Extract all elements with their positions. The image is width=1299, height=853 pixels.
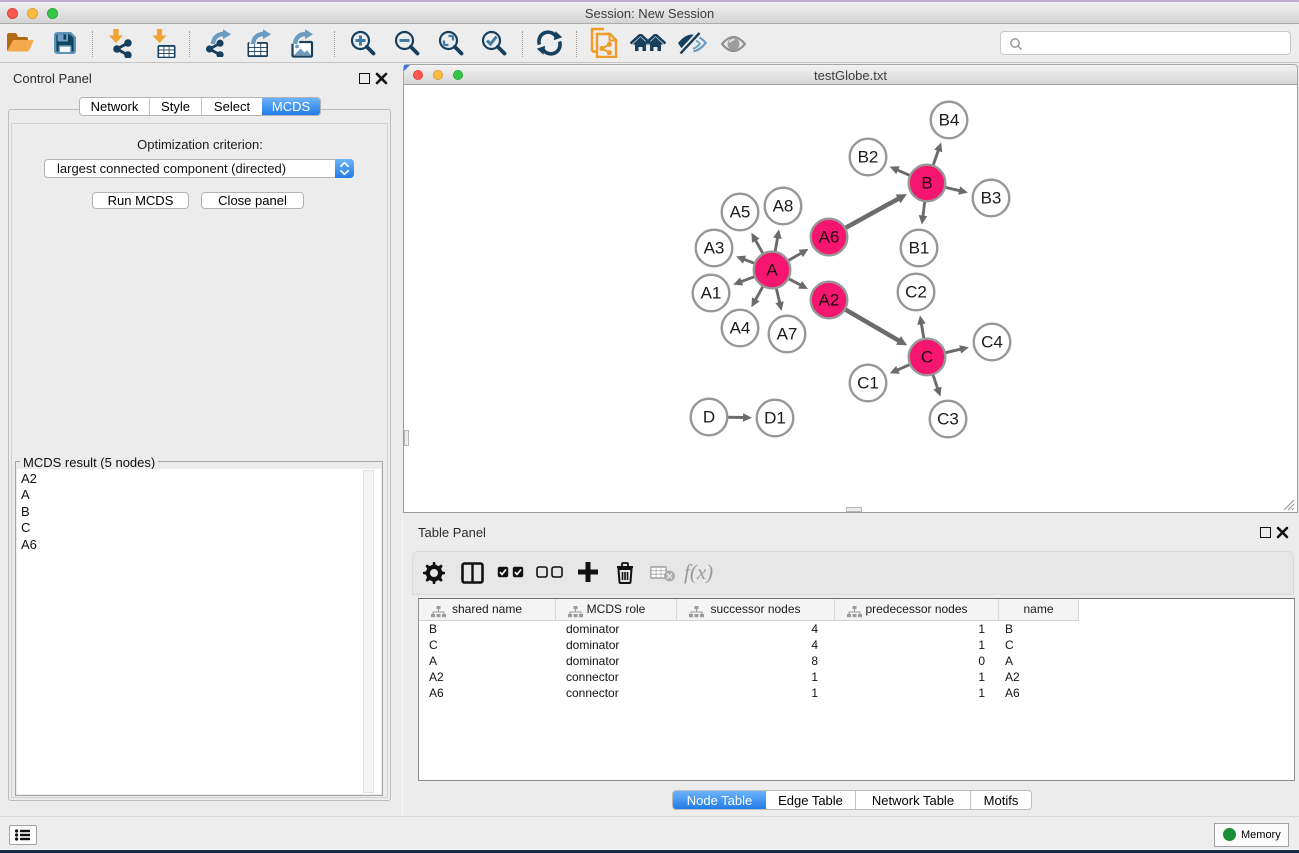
svg-text:B3: B3 [981,189,1002,208]
svg-text:A2: A2 [819,291,840,310]
svg-text:C2: C2 [905,283,927,302]
svg-text:A1: A1 [701,284,722,303]
svg-text:B2: B2 [858,148,879,167]
svg-text:A5: A5 [730,203,751,222]
svg-text:C1: C1 [857,374,879,393]
svg-text:C4: C4 [981,333,1003,352]
svg-text:D1: D1 [764,409,786,428]
svg-text:B4: B4 [939,111,960,130]
svg-text:A8: A8 [773,197,794,216]
svg-text:A3: A3 [704,239,725,258]
svg-text:A6: A6 [819,228,840,247]
svg-text:B1: B1 [909,239,930,258]
svg-text:C: C [921,348,933,367]
svg-text:B: B [921,174,932,193]
svg-text:C3: C3 [937,410,959,429]
svg-text:A: A [766,261,778,280]
svg-text:A4: A4 [730,319,751,338]
svg-text:D: D [703,408,715,427]
svg-text:A7: A7 [777,325,798,344]
